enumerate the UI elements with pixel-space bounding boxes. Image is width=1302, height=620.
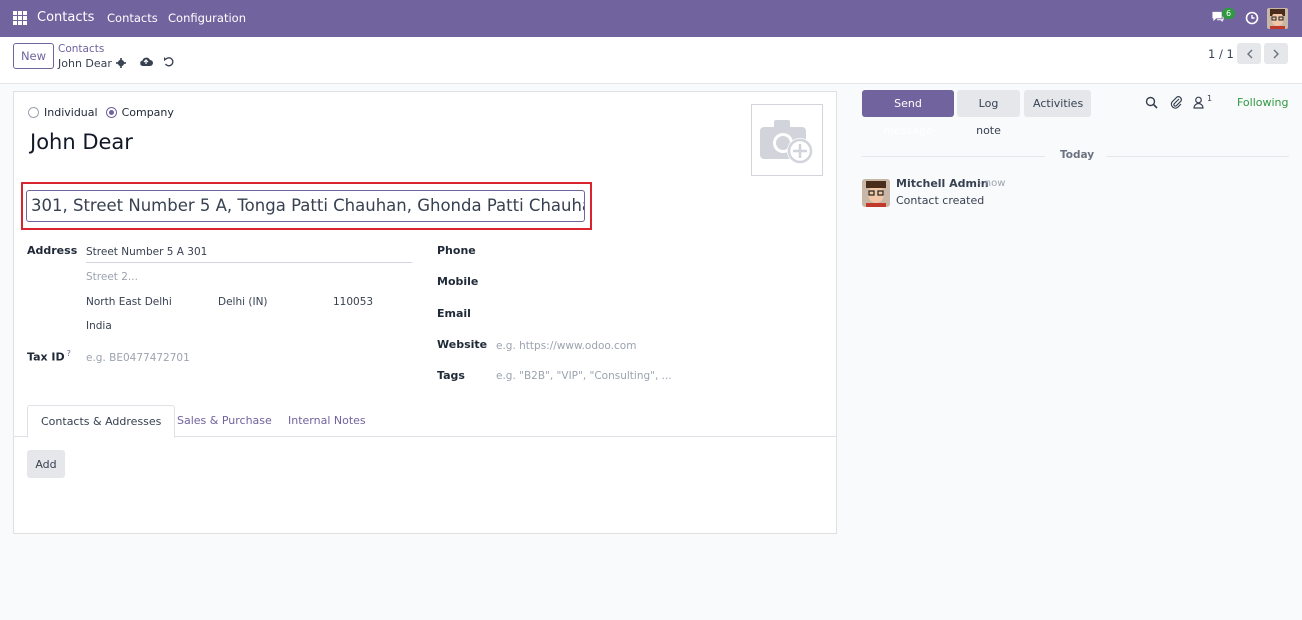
country-field[interactable]: India — [86, 320, 112, 332]
date-separator-label: Today — [1060, 149, 1095, 161]
message-body: Contact created — [896, 194, 985, 207]
log-note-button[interactable]: Log note — [957, 90, 1020, 137]
chevron-right-icon — [1273, 49, 1279, 58]
add-contact-button[interactable]: Add — [27, 450, 65, 478]
following-toggle[interactable]: Following — [1237, 96, 1289, 109]
breadcrumb-current: John Dear — [58, 57, 112, 70]
radio-company[interactable] — [105, 107, 117, 118]
form-sheet: Individual Company John Dear 301, Street… — [13, 91, 837, 534]
street-underline — [86, 262, 412, 263]
top-navbar: Contacts Contacts Configuration 6 — [0, 0, 1302, 37]
zip-field[interactable]: 110053 — [333, 296, 373, 308]
photo-upload[interactable] — [751, 104, 823, 176]
state-field[interactable]: Delhi (IN) — [218, 296, 268, 308]
new-button[interactable]: New — [13, 43, 54, 69]
notebook-tabs: Contacts & Addresses Sales & Purchase In… — [14, 405, 836, 438]
tags-field[interactable]: e.g. "B2B", "VIP", "Consulting", ... — [496, 370, 672, 382]
apps-grid-icon[interactable] — [13, 11, 27, 25]
chevron-left-icon — [1246, 49, 1252, 58]
pager-value[interactable]: 1 / 1 — [1208, 47, 1234, 61]
tab-internal-notes[interactable]: Internal Notes — [275, 405, 379, 437]
city-field[interactable]: North East Delhi — [86, 296, 172, 308]
separator-line-left — [862, 156, 1045, 157]
pager-previous-button[interactable] — [1237, 43, 1261, 64]
radio-company-label[interactable]: Company — [122, 106, 174, 119]
followers-count[interactable]: 1 — [1207, 94, 1212, 103]
radio-individual-label[interactable]: Individual — [44, 106, 98, 119]
tax-id-help-icon[interactable]: ? — [67, 349, 71, 358]
control-panel: New Contacts John Dear 1 / 1 — [0, 37, 1302, 84]
full-address-input[interactable]: 301, Street Number 5 A, Tonga Patti Chau… — [26, 190, 585, 222]
company-type-radio-group: Individual Company — [28, 106, 182, 119]
phone-label: Phone — [437, 244, 476, 257]
tab-contacts-addresses[interactable]: Contacts & Addresses — [27, 405, 176, 438]
discard-undo-icon[interactable] — [163, 56, 175, 68]
message-time: - now — [978, 178, 1006, 189]
send-message-button[interactable]: Send message — [862, 90, 954, 137]
contact-name[interactable]: John Dear — [30, 130, 133, 154]
website-field[interactable]: e.g. https://www.odoo.com — [496, 340, 636, 352]
tab-sales-purchase[interactable]: Sales & Purchase — [164, 405, 285, 437]
clock-icon[interactable] — [1245, 11, 1259, 25]
camera-plus-icon — [760, 120, 813, 164]
tags-label: Tags — [437, 369, 465, 382]
app-name[interactable]: Contacts — [37, 10, 94, 25]
separator-line-right — [1106, 156, 1289, 157]
paperclip-icon[interactable] — [1170, 96, 1183, 109]
tax-id-field[interactable]: e.g. BE0477472701 — [86, 352, 190, 364]
address-label: Address — [27, 244, 78, 257]
street2-field[interactable]: Street 2... — [86, 271, 138, 283]
search-icon[interactable] — [1145, 96, 1158, 109]
user-avatar[interactable] — [1267, 8, 1288, 29]
chat-badge: 6 — [1222, 8, 1236, 19]
radio-individual[interactable] — [28, 107, 39, 118]
save-cloud-icon[interactable] — [139, 56, 153, 67]
menu-contacts[interactable]: Contacts — [107, 11, 158, 25]
breadcrumb-parent[interactable]: Contacts — [58, 43, 104, 55]
menu-configuration[interactable]: Configuration — [168, 11, 246, 25]
mobile-label: Mobile — [437, 275, 479, 288]
website-label: Website — [437, 338, 488, 351]
tax-id-label: Tax ID? — [27, 349, 71, 364]
message-author[interactable]: Mitchell Admin — [896, 177, 989, 190]
pager-next-button[interactable] — [1264, 43, 1288, 64]
message-author-avatar[interactable] — [862, 179, 890, 207]
date-separator: Today — [862, 149, 1289, 163]
gear-icon[interactable] — [116, 58, 126, 68]
email-label: Email — [437, 307, 471, 320]
activities-button[interactable]: Activities — [1024, 90, 1091, 117]
follower-user-icon[interactable] — [1193, 96, 1204, 109]
street-field[interactable]: Street Number 5 A 301 — [86, 246, 207, 258]
